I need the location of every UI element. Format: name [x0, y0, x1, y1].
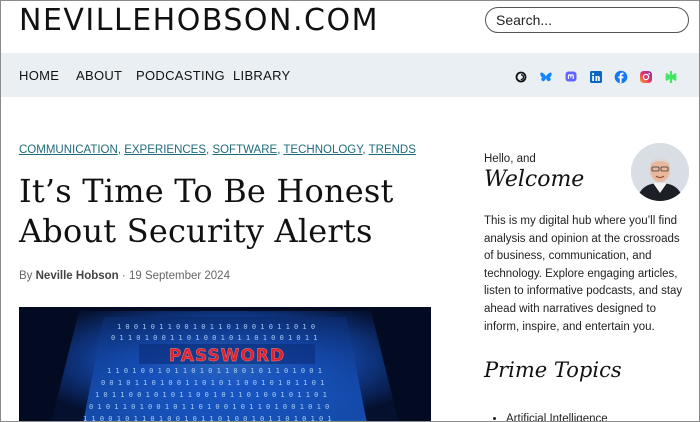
- category-separator: ,: [277, 144, 281, 156]
- topics-list: Artificial Intelligence: [494, 411, 608, 421]
- site-header: NEVILLEHOBSON.COM: [1, 1, 699, 53]
- svg-text:1 0 0 1 0 1 1 0 0 1 0 1 1 0 1: 1 0 0 1 0 1 1 0 0 1 0 1 1 0 1 0 0 1 0 1 …: [117, 323, 315, 331]
- category-links: COMMUNICATION, EXPERIENCES, SOFTWARE, TE…: [19, 144, 416, 156]
- category-experiences[interactable]: EXPERIENCES: [124, 144, 206, 156]
- author-avatar: [631, 143, 689, 201]
- svg-text:0 0 1 0 1 1 0 1 0 0 1 1 0 1 0: 0 0 1 0 1 1 0 1 0 0 1 1 0 1 0 1 1 0 0 1 …: [101, 379, 324, 387]
- author-link[interactable]: Neville Hobson: [36, 270, 119, 282]
- by-label: By: [19, 270, 33, 282]
- hero-password-text: PASSWORD: [169, 346, 285, 366]
- linktree-icon[interactable]: [664, 70, 678, 84]
- hero-image[interactable]: 1 0 0 1 0 1 1 0 0 1 0 1 1 0 1 0 0 1 0 1 …: [19, 307, 431, 422]
- bluesky-icon[interactable]: [539, 70, 553, 84]
- category-communication[interactable]: COMMUNICATION: [19, 144, 118, 156]
- linkedin-icon[interactable]: [589, 70, 603, 84]
- nav-about[interactable]: ABOUT: [76, 68, 122, 83]
- page-frame: NEVILLEHOBSON.COM HOME ABOUT PODCASTING …: [0, 0, 700, 422]
- search-input[interactable]: [485, 7, 689, 33]
- category-separator: ,: [362, 144, 366, 156]
- topic-artificial-intelligence[interactable]: Artificial Intelligence: [506, 411, 608, 421]
- mastodon-icon[interactable]: [564, 70, 578, 84]
- threads-icon[interactable]: [514, 70, 528, 84]
- category-software[interactable]: SOFTWARE: [212, 144, 277, 156]
- svg-text:0 1 1 0 1 0 0 1 1 0 1 0 0 1 0: 0 1 1 0 1 0 0 1 1 0 1 0 0 1 0 1 1 0 1 0 …: [111, 334, 318, 342]
- category-technology[interactable]: TECHNOLOGY: [283, 144, 362, 156]
- sidebar-welcome-heading: Welcome: [484, 167, 585, 192]
- instagram-icon[interactable]: [639, 70, 653, 84]
- svg-text:0 1 0 1 1 0 1 0 0 1 0 1 1 0 1: 0 1 0 1 1 0 1 0 0 1 0 1 1 0 1 0 0 1 0 1 …: [89, 403, 329, 411]
- facebook-icon[interactable]: [614, 70, 628, 84]
- nav-library[interactable]: LIBRARY: [233, 68, 291, 83]
- category-separator: ,: [117, 144, 122, 156]
- main-nav: HOME ABOUT PODCASTING LIBRARY: [1, 53, 699, 97]
- sidebar-hello: Hello, and: [484, 153, 536, 165]
- svg-text:1 0 1 1 0 0 1 0 1 0 1 1 0 0 1: 1 0 1 1 0 0 1 0 1 0 1 1 0 0 1 0 1 1 0 1 …: [95, 391, 327, 399]
- byline: By Neville Hobson · 19 September 2024: [19, 270, 230, 282]
- nav-podcasting[interactable]: PODCASTING: [136, 68, 225, 83]
- svg-text:1 1 0 1 0 0 1 0 1 1 0 1 0 1 1: 1 1 0 1 0 0 1 0 1 1 0 1 0 1 1 0 0 1 0 1 …: [107, 367, 322, 375]
- sidebar-intro: This is my digital hub where you’ll find…: [484, 215, 683, 333]
- byline-dot: ·: [121, 270, 126, 282]
- svg-text:1 1 0 0 1 0 1 1 0 1 0 0 1 0 1: 1 1 0 0 1 0 1 1 0 1 0 0 1 0 1 1 0 1 0 0 …: [83, 415, 332, 422]
- post-date: 19 September 2024: [128, 270, 230, 282]
- prime-topics-heading: Prime Topics: [484, 358, 622, 382]
- category-trends[interactable]: TRENDS: [369, 144, 416, 156]
- site-logo[interactable]: NEVILLEHOBSON.COM: [19, 3, 379, 38]
- nav-home[interactable]: HOME: [19, 68, 59, 83]
- article-title: It’s Time To Be Honest About Security Al…: [19, 172, 394, 250]
- category-separator: ,: [206, 144, 210, 156]
